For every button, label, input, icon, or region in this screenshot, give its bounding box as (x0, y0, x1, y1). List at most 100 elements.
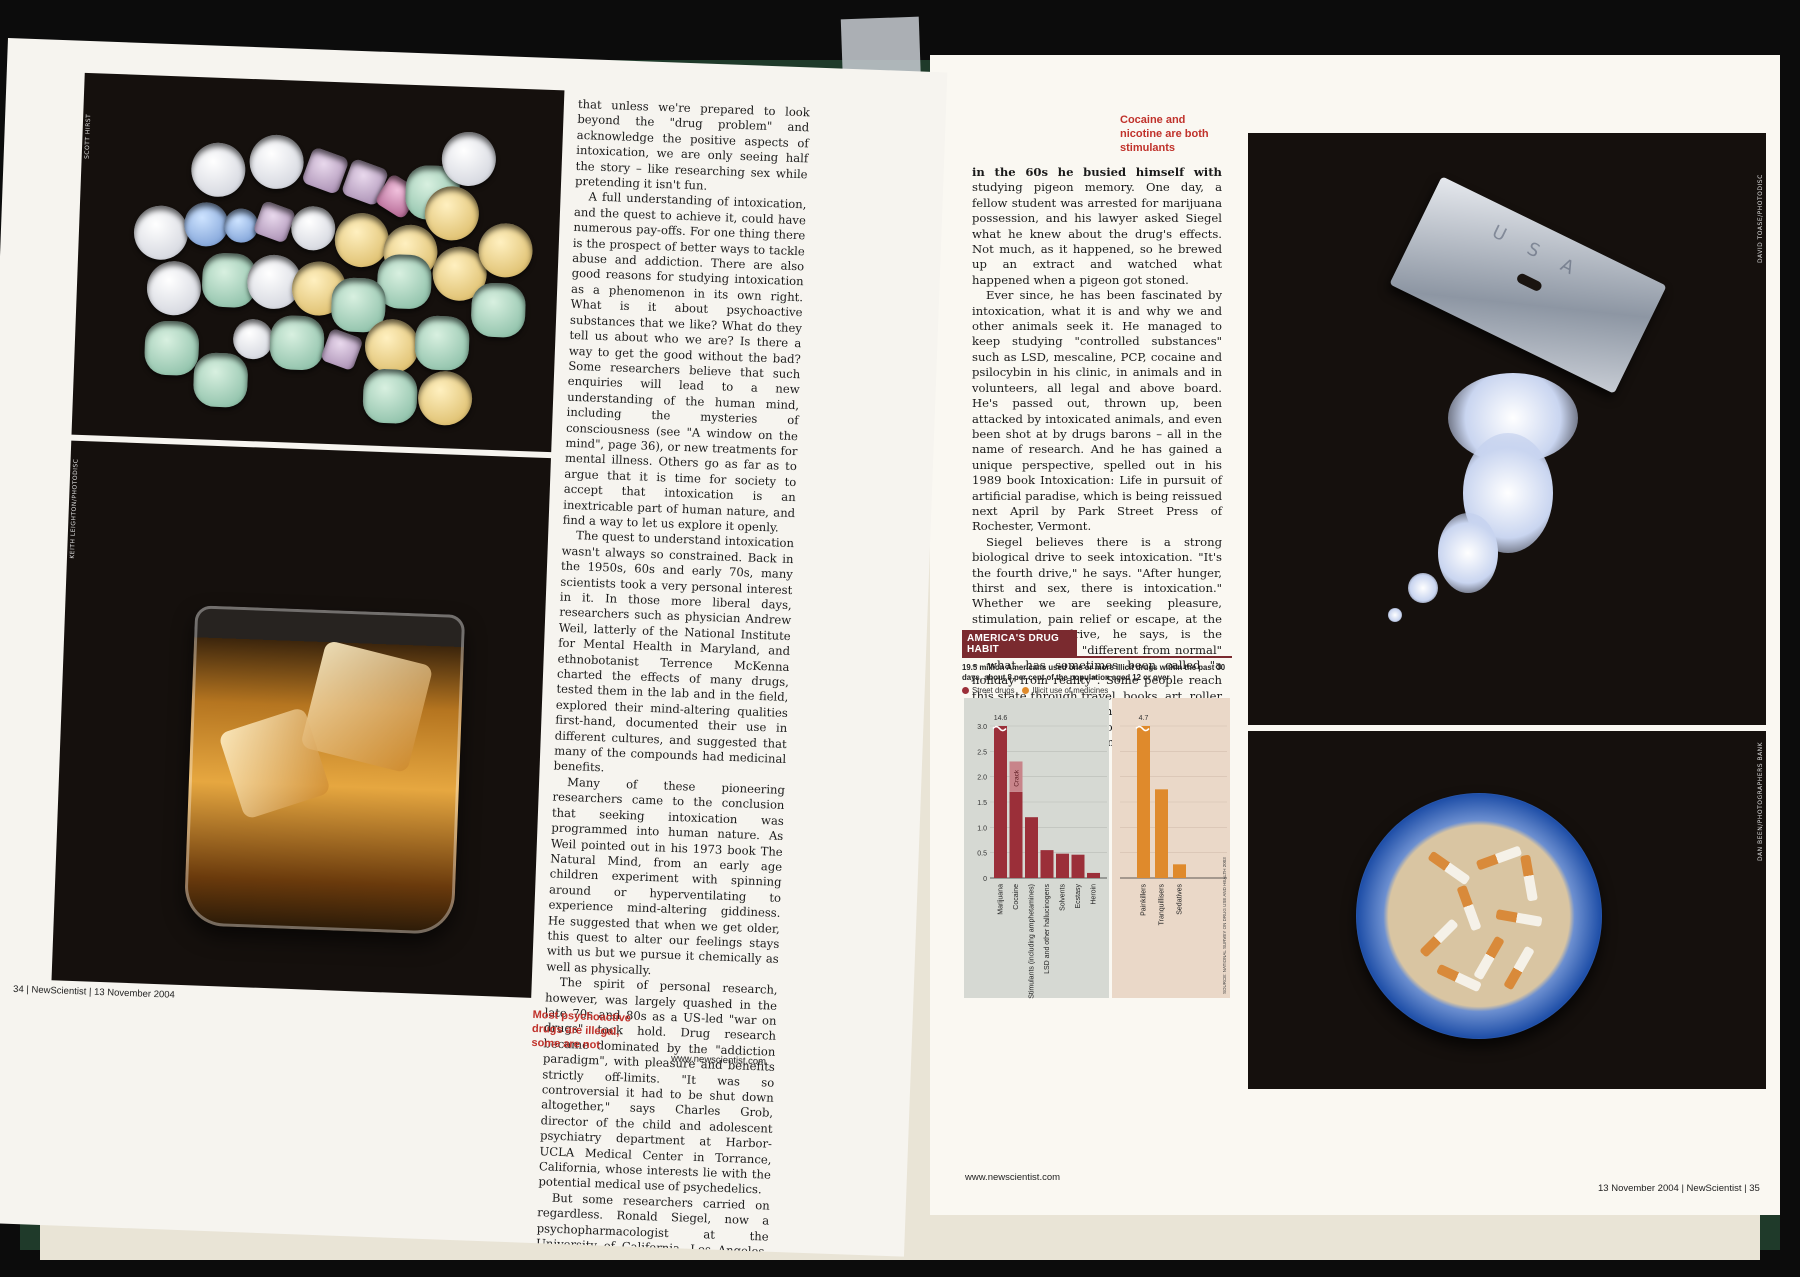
paragraph: Ever since, he has been fascinated by in… (972, 288, 1222, 534)
y-tick-label: 3.0 (977, 724, 987, 731)
y-tick-label: 0 (983, 876, 987, 883)
razor-cocaine-photo: U S A DAVID TOASE/PHOTODISC (1248, 133, 1766, 725)
pill (269, 314, 325, 371)
pill (333, 212, 390, 269)
razor-blade: U S A (1389, 176, 1667, 394)
bar (1071, 854, 1085, 878)
pill (440, 130, 497, 187)
photo-credit: DAVID TOASE/PHOTODISC (1757, 174, 1764, 263)
ashtray (1356, 793, 1602, 1039)
left-text-column: that unless we're prepared to look beyon… (535, 97, 810, 1257)
legend-street-drugs: Street drugs (962, 686, 1014, 695)
right-page: Cocaine and nicotine are both stimulants… (930, 55, 1780, 1215)
cigarette-butt (1436, 963, 1482, 993)
chart-legend: Street drugs Illicit use of medicines (962, 686, 1232, 695)
ashtray-photo: DAN BEEN/PHOTOGRAPHERS BANK (1248, 731, 1766, 1089)
bar (1173, 864, 1186, 878)
right-photo-caption: Cocaine and nicotine are both stimulants (1120, 114, 1209, 154)
page-folio: 13 November 2004 | NewScientist | 35 (1598, 1183, 1760, 1194)
bar (1137, 726, 1150, 878)
page-url: www.newscientist.com (965, 1172, 1061, 1183)
cigarette-butt (1473, 935, 1505, 981)
cigarette-butt (1503, 945, 1535, 991)
x-tick-label: Painkillers (1141, 884, 1148, 916)
y-tick-label: 1.5 (977, 800, 987, 807)
bar (1040, 850, 1054, 878)
paragraph: Many of these pioneering researchers cam… (546, 774, 786, 977)
chart-title: AMERICA'S DRUG HABIT (962, 630, 1077, 658)
bar (1009, 791, 1023, 878)
y-tick-label: 2.0 (977, 775, 987, 782)
chart-subtitle: 19.5 million Americans used one or more … (962, 663, 1226, 682)
scanned-magazine-spread: Cocaine and nicotine are both stimulants… (0, 0, 1800, 1277)
photo-credit: DAN BEEN/PHOTOGRAPHERS BANK (1757, 741, 1764, 861)
pill (252, 200, 297, 244)
pill (320, 327, 364, 372)
data-label: 14.6 (994, 715, 1008, 722)
ice-cube (299, 639, 434, 774)
medicines-panel (1112, 698, 1230, 998)
pill (190, 141, 247, 198)
x-tick-label: Tranquillisers (1159, 884, 1166, 926)
data-label: 4.7 (1139, 715, 1149, 722)
chart-title-rule (962, 656, 1232, 658)
pill (192, 352, 249, 408)
pill (143, 320, 200, 377)
legend-label: Illicit use of medicines (1032, 686, 1109, 695)
bar (1087, 872, 1100, 878)
legend-medicines: Illicit use of medicines (1022, 686, 1108, 695)
powder-pile (1408, 573, 1438, 603)
x-tick-label: Solvents (1060, 884, 1067, 911)
page-folio: 34 | NewScientist | 13 November 2004 (12, 983, 176, 1001)
paragraph: The spirit of personal research, however… (538, 975, 778, 1197)
pill (362, 368, 419, 425)
powder-pile (1438, 513, 1498, 593)
powder-pile (1388, 608, 1402, 622)
x-tick-label: Ecstasy (1075, 884, 1082, 909)
pill (414, 315, 471, 372)
bar (1056, 853, 1069, 878)
y-tick-label: 1.0 (977, 825, 987, 832)
chart-source: SOURCE: NATIONAL SURVEY ON DRUG USE AND … (1222, 857, 1227, 994)
razor-engraving: U S A (1488, 221, 1587, 284)
razor-slot (1515, 272, 1544, 293)
paragraph: in the 60s he busied himself with studyi… (972, 165, 1222, 287)
x-tick-label: Marijuana (998, 884, 1005, 915)
x-tick-label: Sedatives (1177, 884, 1184, 915)
left-page: SCOTT HIRST KEITH LEIGHTON/PHOTODISC tha… (0, 38, 948, 1257)
legend-label: Street drugs (972, 686, 1015, 695)
legend-swatch (1022, 687, 1030, 694)
bar (994, 726, 1007, 878)
pill (183, 201, 230, 248)
bar (1025, 817, 1038, 878)
x-tick-label: Stimulants (including amphetamines) (1029, 884, 1036, 999)
y-tick-label: 0.5 (977, 851, 987, 858)
drug-habit-chart: AMERICA'S DRUG HABIT 19.5 million Americ… (962, 630, 1232, 1000)
chart-plot: 0 0.5 1.0 1.5 2.0 2.5 3.0 14.6 Marijuana Cocaine S… (964, 698, 1230, 999)
pill (477, 222, 534, 279)
pill (470, 282, 527, 339)
pill (290, 205, 337, 252)
pill (423, 185, 480, 242)
x-tick-label: LSD and other hallucinogens (1044, 884, 1051, 974)
crack-annotation: Crack (1014, 769, 1021, 787)
cigarette-butt (1475, 845, 1523, 871)
y-tick-label: 2.5 (977, 749, 987, 756)
pills-photo: SCOTT HIRST (71, 72, 565, 453)
cigarette-butt (1520, 854, 1538, 902)
pill (417, 370, 474, 427)
photo-credit: SCOTT HIRST (83, 113, 93, 160)
cigarette-butt (1495, 909, 1543, 927)
cigarette-butt (1456, 884, 1482, 932)
x-tick-label: Heroin (1091, 884, 1098, 905)
photo-credit: KEITH LEIGHTON/PHOTODISC (68, 458, 80, 559)
pill (363, 318, 420, 375)
whisky-glass-photo: KEITH LEIGHTON/PHOTODISC (51, 440, 551, 998)
whisky-glass (183, 605, 466, 935)
pill (248, 133, 305, 190)
pill (145, 260, 202, 317)
paragraph: A full understanding of intoxication, an… (562, 189, 807, 535)
pill (132, 204, 189, 261)
left-photo-caption: Most psychoactive drugs are illegal, som… (531, 1008, 632, 1052)
legend-swatch (962, 687, 969, 694)
